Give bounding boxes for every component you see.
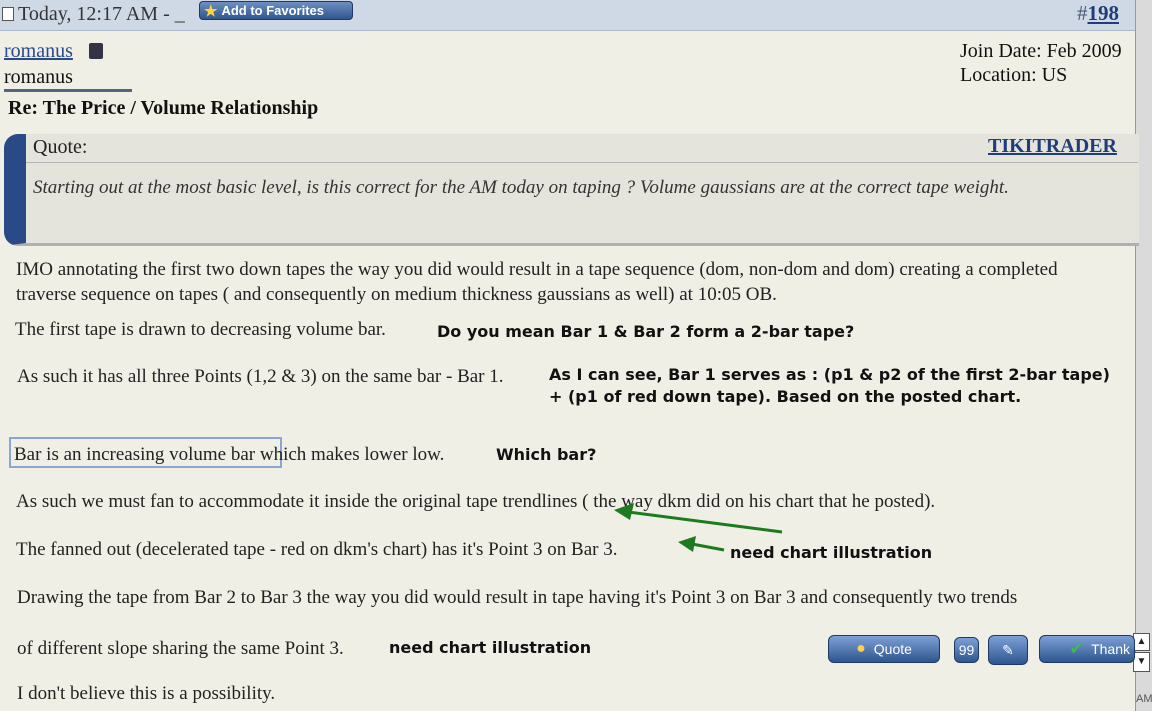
add-to-favorites-label: Add to Favorites [221,3,325,18]
annotation-note: As I can see, Bar 1 serves as : (p1 & p2… [549,365,1110,384]
quote-button-label: Quote [873,641,912,657]
post-paragraph: The first tape is drawn to decreasing vo… [15,319,386,340]
quote-text: Starting out at the most basic level, is… [33,177,1009,198]
post-paragraph: The fanned out (decelerated tape - red o… [16,539,618,560]
post-number: #198 [1077,1,1119,26]
reputation-bar [4,89,132,92]
add-to-favorites-button[interactable]: ★ Add to Favorites [199,1,353,20]
quote-label: Quote: [33,136,88,158]
quote-divider [26,162,1138,163]
annotation-note: Do you mean Bar 1 & Bar 2 form a 2-bar t… [437,322,855,341]
join-date: Join Date: Feb 2009 [960,40,1122,62]
post-hash: # [1077,1,1088,25]
post-paragraph: As such it has all three Points (1,2 & 3… [17,366,504,387]
vertical-scrollbar[interactable] [1135,0,1152,711]
pencil-icon: ✎ [1002,641,1014,658]
annotation-note: need chart illustration [730,543,933,562]
multi-quote-button[interactable]: 99 [954,637,979,663]
arrow-to-bar3 [678,536,725,552]
edit-post-button[interactable]: ✎ [988,635,1028,665]
post-paragraph: of different slope sharing the same Poin… [17,638,344,659]
post-paragraph: I don't believe this is a possibility. [17,683,276,704]
speech-bubble-icon: ● [856,640,866,657]
post-paragraph: Drawing the tape from Bar 2 to Bar 3 the… [17,587,1018,608]
post-icon [2,7,14,21]
username-link[interactable]: romanus [4,40,73,63]
thanks-button-label: Thank [1091,641,1130,657]
quote-button[interactable]: ● Quote [828,635,940,663]
thanks-button[interactable]: ✔ Thank [1039,635,1135,663]
post-paragraph: Bar is an increasing volume bar which ma… [14,444,445,465]
post-number-link[interactable]: 198 [1088,1,1120,25]
quote-author-link[interactable]: TIKITRADER [988,135,1117,158]
post-paragraph: IMO annotating the first two down tapes … [16,259,1058,305]
annotation-note: Which bar? [496,445,597,464]
scroll-down-button[interactable]: ▼ [1133,652,1150,672]
user-location: Location: US [960,64,1068,86]
checkmark-icon: ✔ [1069,641,1084,658]
annotation-note: + (p1 of red down tape). Based on the po… [549,387,1022,406]
post-paragraph: As such we must fan to accommodate it in… [16,491,936,512]
annotation-note: need chart illustration [389,638,592,657]
post-title: Re: The Price / Volume Relationship [8,97,319,119]
post-date: Today, 12:17 AM - _ [18,3,185,25]
scroll-up-button[interactable]: ▲ [1133,633,1150,651]
user-status-icon [89,43,103,59]
star-icon: ★ [204,2,218,20]
user-title: romanus [4,66,73,88]
scrollbar-label: AM [1136,693,1152,705]
